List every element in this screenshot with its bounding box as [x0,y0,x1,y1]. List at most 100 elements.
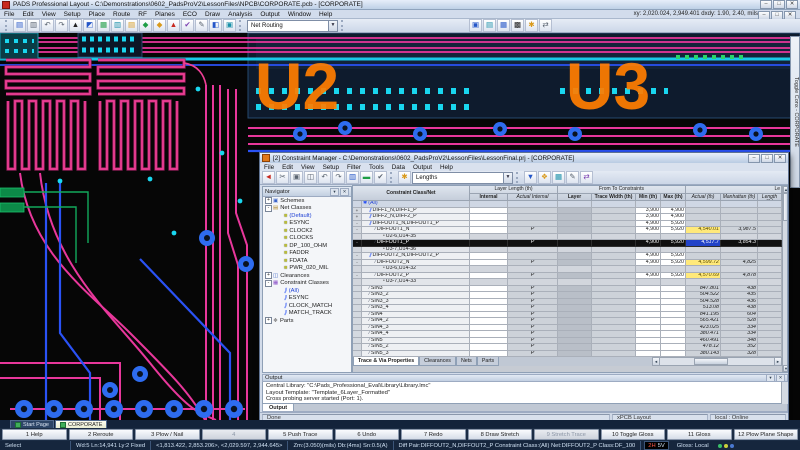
menu-item[interactable]: Planes [151,11,179,18]
col-actual[interactable]: Actual (th) [686,194,721,201]
toolbar-grip[interactable] [390,172,395,183]
toolbar-grip[interactable] [341,20,346,31]
tree-item[interactable]: + Parts [263,317,351,325]
display-options-icon[interactable]: ▥ [346,171,359,184]
tree-item[interactable]: CLOCK_MATCH [263,302,351,310]
close-button[interactable]: ✕ [786,0,798,9]
toolbar-grip[interactable] [5,20,10,31]
menu-item[interactable]: Edit [18,11,37,18]
via-icon[interactable]: ◆ [153,19,166,32]
tree-item[interactable]: - Constraint Classes [263,280,351,288]
select-mode-icon[interactable]: ▲ [69,19,82,32]
cm-menu-item[interactable]: Filter [343,164,365,171]
board-view-icon[interactable]: ▦ [97,19,110,32]
col-max[interactable]: Max (th) [661,194,686,201]
group-edit-icon[interactable]: ❖ [538,171,551,184]
paste-icon[interactable]: ◫ [304,171,317,184]
menu-item[interactable]: File [0,11,18,18]
cm-menu-item[interactable]: Edit [278,164,297,171]
tree-item[interactable]: FADDR [263,250,351,258]
cm-menu-item[interactable]: File [260,164,278,171]
tree-item[interactable]: CLOCK2 [263,227,351,235]
tree-expander[interactable]: - [265,205,272,212]
tree-item[interactable]: CLOCKS [263,235,351,243]
cm-menu-item[interactable]: Data [388,164,409,171]
exit-icon[interactable]: ◄ [262,171,275,184]
toolbar-grip[interactable] [516,172,521,183]
tree-item[interactable]: (Default) [263,212,351,220]
fkey-button[interactable]: 1 Help [2,429,67,440]
menu-item[interactable]: Route [109,11,134,18]
layers-icon[interactable]: ▤ [483,19,496,32]
cut-icon[interactable]: ✂ [276,171,289,184]
cm-close-button[interactable]: ✕ [774,154,786,163]
pin-icon[interactable]: ▾ [766,374,775,382]
minimize-button[interactable]: – [760,0,772,9]
tree-expander[interactable]: + [265,197,272,204]
fkey-button[interactable]: 3 Plow / Nail [135,429,200,440]
display-scheme-combo[interactable]: Net Routing ▼ [247,20,338,32]
menu-item[interactable]: ECO [179,11,201,18]
fkey-button[interactable]: 4 [202,429,267,440]
tree-item[interactable]: + Clearances [263,272,351,280]
doc-tab[interactable]: Start Page [10,420,54,428]
display-scheme-icon[interactable]: ▣ [469,19,482,32]
tree-item[interactable]: DP_100_OHM [263,242,351,250]
tree-item[interactable]: + Schemes [263,197,351,205]
menu-item[interactable]: RF [134,11,151,18]
fkey-button[interactable]: 10 Toggle Gloss [601,429,666,440]
sheet-icon[interactable]: ▤ [125,19,138,32]
component-icon[interactable]: ◩ [83,19,96,32]
grid-vertical-scrollbar[interactable]: ▲ ▼ [782,186,788,372]
chevron-down-icon[interactable]: ▼ [503,173,512,183]
tree-item[interactable]: ESYNC [263,220,351,228]
cm-view-combo[interactable]: Lengths ▼ [412,172,513,184]
sheet-tab[interactable]: Nets [456,357,477,366]
col-manhattan[interactable]: Manhattan (th) [721,194,758,201]
menu-item[interactable]: Place [85,11,109,18]
green-component[interactable] [0,203,24,212]
tree-item[interactable]: ESYNC [263,295,351,303]
component-block-topleft[interactable] [0,33,38,59]
cm-menu-item[interactable]: Setup [319,164,343,171]
scroll-left-icon[interactable]: ◄ [652,357,660,366]
sheet-tab[interactable]: Clearances [419,357,456,366]
sync-icon[interactable]: ⇄ [580,171,593,184]
fkey-button[interactable]: 12 Plow Plane Shape [734,429,799,440]
print-icon[interactable]: ▥ [27,19,40,32]
verify-icon[interactable]: ✔ [374,171,387,184]
scrollbar-thumb[interactable] [694,358,728,365]
menu-item[interactable]: Setup [60,11,85,18]
doc-tab[interactable]: CORPORATE [55,420,107,428]
highlight-icon[interactable]: ✱ [525,19,538,32]
plane-display-icon[interactable]: ▩ [511,19,524,32]
maximize-button[interactable]: □ [773,0,785,9]
tree-item[interactable]: - Net Classes [263,205,351,213]
new-rule-icon[interactable]: ▬ [360,171,373,184]
cm-menu-item[interactable]: Tools [365,164,388,171]
redo-icon[interactable]: ↷ [55,19,68,32]
menu-item[interactable]: Draw [201,11,224,18]
cm-menu-item[interactable]: Output [409,164,436,171]
measure-icon[interactable]: ⇄ [539,19,552,32]
fkey-button[interactable]: 7 Redo [401,429,466,440]
save-icon[interactable]: ▤ [13,19,26,32]
tree-expander[interactable]: + [265,272,272,279]
hazard-icon[interactable]: ▲ [167,19,180,32]
fkey-button[interactable]: 6 Undo [335,429,400,440]
scroll-right-icon[interactable]: ► [774,357,782,366]
close-icon[interactable]: ✕ [776,374,785,382]
col-min-length[interactable]: Min Length (th) [758,194,782,201]
fkey-button[interactable]: 5 Push Trace [268,429,333,440]
cm-menu-item[interactable]: Help [436,164,457,171]
scrollbar-thumb[interactable] [783,193,788,221]
tree-item[interactable]: PWR_020_MIL [263,265,351,273]
menu-item[interactable]: Analysis [224,11,256,18]
probe-icon[interactable]: ✎ [195,19,208,32]
copy-icon[interactable]: ▣ [290,171,303,184]
sheet-tab[interactable]: Parts [477,357,499,366]
fkey-button[interactable]: 11 Gloss [667,429,732,440]
tree-item[interactable]: MATCH_TRACK [263,310,351,318]
cm-restore-button[interactable]: □ [761,154,773,163]
pin-icon[interactable]: ▾ [330,188,339,196]
